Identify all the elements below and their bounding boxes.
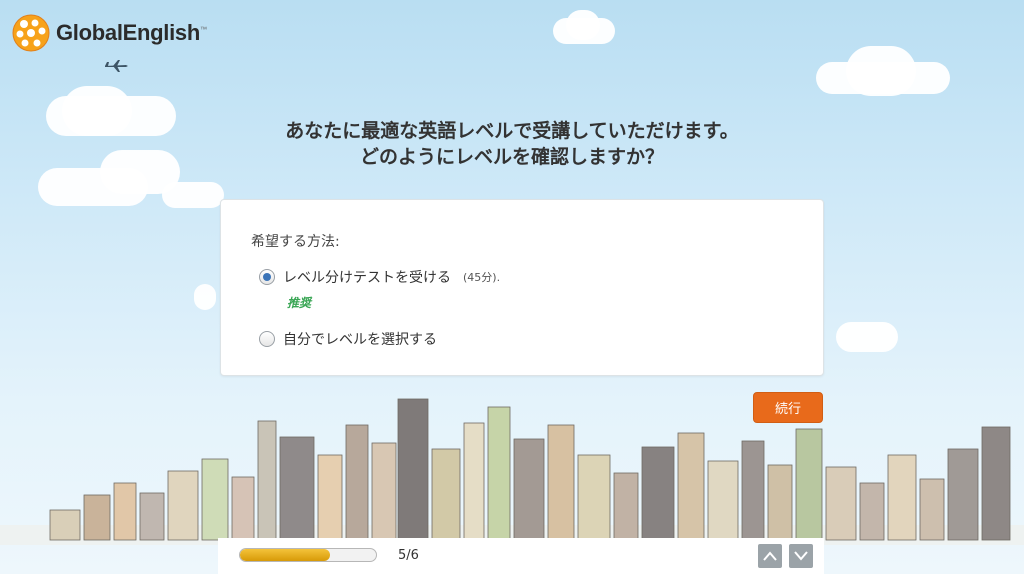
progress-bar [239, 548, 377, 562]
city-skyline-illustration [0, 398, 1024, 545]
cloud [566, 10, 600, 40]
progress-fill [240, 549, 330, 561]
cloud [194, 284, 216, 310]
method-selection-card: 希望する方法: レベル分けテストを受ける (45分). 推奨 自分でレベルを選択… [220, 199, 824, 376]
placement-test-radio[interactable] [259, 269, 275, 285]
recommended-badge: 推奨 [287, 296, 312, 310]
duration-note: (45分). [463, 271, 501, 284]
option-self-select[interactable]: 自分でレベルを選択する [259, 329, 437, 349]
chevron-down-icon [794, 551, 808, 561]
option-label[interactable]: レベル分けテストを受ける [283, 267, 451, 287]
chevron-up-icon [763, 551, 777, 561]
brand-name: GlobalEnglish™ [56, 20, 207, 45]
previous-button[interactable] [758, 544, 782, 568]
method-label: 希望する方法: [251, 234, 340, 250]
airplane-icon [104, 58, 128, 77]
brand-logo[interactable]: GlobalEnglish™ [12, 14, 207, 52]
cloud [836, 322, 898, 352]
question-line-1: あなたに最適な英語レベルで受講していただけます。 [285, 120, 739, 142]
question-line-2: どのようにレベルを確認しますか？ [359, 146, 664, 168]
page-title: あなたに最適な英語レベルで受講していただけます。 どのようにレベルを確認しますか… [0, 118, 1024, 170]
next-button[interactable] [789, 544, 813, 568]
cloud [162, 182, 224, 208]
self-select-radio[interactable] [259, 331, 275, 347]
option-placement-test[interactable]: レベル分けテストを受ける (45分). [259, 267, 500, 287]
option-label[interactable]: 自分でレベルを選択する [283, 329, 437, 349]
globalenglish-logo-icon [12, 14, 50, 52]
cloud [846, 46, 916, 96]
footer-bar: 5/6 [218, 538, 824, 574]
page-indicator: 5/6 [398, 548, 419, 563]
